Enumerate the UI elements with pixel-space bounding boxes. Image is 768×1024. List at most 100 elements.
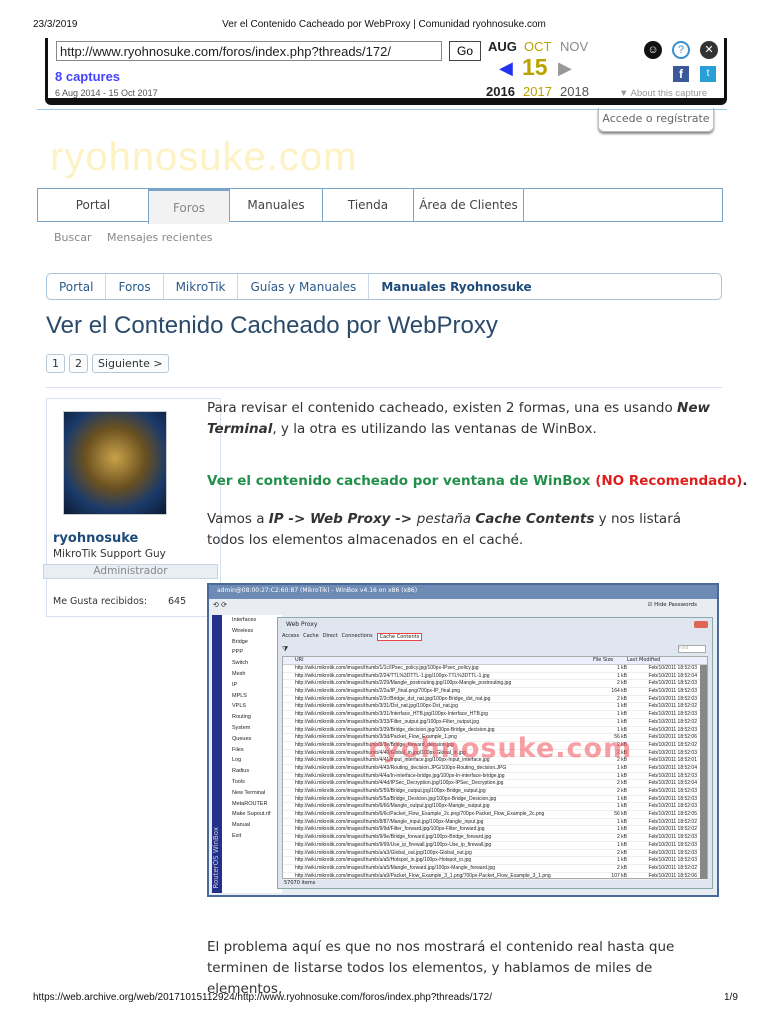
year-next[interactable]: 2018	[560, 84, 589, 99]
dialog-tab[interactable]: Direct	[323, 633, 338, 641]
help-icon[interactable]: ?	[672, 41, 690, 59]
next-page[interactable]: Siguiente >	[92, 354, 169, 373]
winbox-menu-item[interactable]: Files	[222, 745, 282, 756]
winbox-menu-item[interactable]: Queues	[222, 734, 282, 745]
table-row[interactable]: http://wiki.mikrotik.com/images/thumb/a/…	[283, 873, 707, 881]
tab-manuales[interactable]: Manuales	[229, 189, 322, 221]
table-row[interactable]: http://wiki.mikrotik.com/images/thumb/4/…	[283, 765, 707, 773]
winbox-menu-item[interactable]: Wireless	[222, 626, 282, 637]
prev-arrow-icon[interactable]: ◀	[499, 58, 513, 79]
tab-tienda[interactable]: Tienda	[322, 189, 413, 221]
breadcrumb-mikrotik[interactable]: MikroTik	[164, 274, 239, 299]
winbox-menu-item[interactable]: Manual	[222, 820, 282, 831]
table-row[interactable]: http://wiki.mikrotik.com/images/thumb/1/…	[283, 665, 707, 673]
user-role-badge: Administrador	[43, 564, 218, 579]
winbox-menu-item[interactable]: New Terminal	[222, 788, 282, 799]
winbox-menu-item[interactable]: IP	[222, 680, 282, 691]
table-row[interactable]: http://wiki.mikrotik.com/images/thumb/3/…	[283, 703, 707, 712]
table-row[interactable]: http://wiki.mikrotik.com/images/thumb/4/…	[283, 773, 707, 781]
winbox-menu-item[interactable]: Make Supout.rif	[222, 809, 282, 820]
winbox-menu-item[interactable]: MetaROUTER	[222, 799, 282, 810]
cell-modified: Feb/10/2011 18:52:03	[648, 772, 697, 779]
table-row[interactable]: http://wiki.mikrotik.com/images/thumb/9/…	[283, 842, 707, 850]
winbox-menu-item[interactable]: Log	[222, 755, 282, 766]
url-input[interactable]: http://www.ryohnosuke.com/foros/index.ph…	[56, 41, 442, 61]
col-uri[interactable]: URI	[283, 657, 593, 664]
likes-label: Me Gusta recibidos:	[53, 596, 148, 607]
go-button[interactable]: Go	[449, 41, 481, 61]
cell-size: 1 kB	[616, 764, 627, 771]
close-icon[interactable]: ✕	[700, 41, 718, 59]
breadcrumb-guias[interactable]: Guías y Manuales	[238, 274, 370, 299]
winbox-menu-item[interactable]: Mesh	[222, 669, 282, 680]
month-next[interactable]: NOV	[560, 39, 588, 54]
table-row[interactable]: http://wiki.mikrotik.com/images/thumb/6/…	[283, 811, 707, 819]
page-1[interactable]: 1	[46, 354, 65, 373]
find-input[interactable]: Find	[678, 645, 706, 653]
breadcrumb-manuales[interactable]: Manuales Ryohnosuke	[369, 274, 543, 299]
facebook-icon[interactable]: f	[673, 66, 689, 82]
twitter-icon[interactable]: t	[700, 66, 716, 82]
tab-foros[interactable]: Foros	[148, 188, 229, 224]
login-button[interactable]: Accede o regístrate	[598, 108, 714, 132]
winbox-menu-item[interactable]: VPLS	[222, 701, 282, 712]
table-row[interactable]: http://wiki.mikrotik.com/images/thumb/9/…	[283, 834, 707, 842]
table-row[interactable]: http://wiki.mikrotik.com/images/thumb/4/…	[283, 780, 707, 788]
col-modified[interactable]: Last Modified	[627, 657, 697, 664]
tab-portal[interactable]: Portal	[37, 189, 148, 221]
winbox-menu-item[interactable]: Tools	[222, 777, 282, 788]
hide-passwords-checkbox[interactable]: ☑ Hide Passwords	[647, 602, 697, 608]
table-scrollbar[interactable]	[700, 665, 707, 879]
table-row[interactable]: http://wiki.mikrotik.com/images/thumb/2/…	[283, 696, 707, 704]
winbox-menu-item[interactable]: Routing	[222, 712, 282, 723]
winbox-menu-item[interactable]: MPLS	[222, 691, 282, 702]
month-prev[interactable]: AUG	[488, 39, 517, 54]
dialog-close-icon[interactable]	[694, 621, 708, 628]
user-icon[interactable]: ☺	[644, 41, 662, 59]
tab-area-clientes[interactable]: Área de Clientes	[413, 189, 524, 221]
table-row[interactable]: http://wiki.mikrotik.com/images/thumb/a/…	[283, 857, 707, 865]
cell-size: 56 kB	[614, 811, 627, 818]
table-row[interactable]: http://wiki.mikrotik.com/images/thumb/a/…	[283, 850, 707, 858]
filter-icon[interactable]: ⧩	[282, 645, 288, 654]
link-buscar[interactable]: Buscar	[54, 231, 92, 244]
link-mensajes-recientes[interactable]: Mensajes recientes	[107, 231, 212, 244]
col-size[interactable]: File Size	[593, 657, 627, 664]
breadcrumb-portal[interactable]: Portal	[47, 274, 107, 299]
page-2[interactable]: 2	[69, 354, 88, 373]
about-capture-link[interactable]: ▼ About this capture	[619, 88, 707, 99]
breadcrumb-foros[interactable]: Foros	[106, 274, 164, 299]
table-row[interactable]: http://wiki.mikrotik.com/images/thumb/2/…	[283, 680, 707, 689]
table-row[interactable]: http://wiki.mikrotik.com/images/thumb/5/…	[283, 796, 707, 804]
table-row[interactable]: http://wiki.mikrotik.com/images/thumb/9/…	[283, 826, 707, 835]
winbox-menu-item[interactable]: Radius	[222, 766, 282, 777]
year-prev[interactable]: 2016	[486, 84, 515, 99]
cell-size: 2 kB	[616, 695, 627, 702]
dialog-tab[interactable]: Access	[282, 633, 299, 641]
winbox-menu-item[interactable]: PPP	[222, 647, 282, 658]
avatar[interactable]	[63, 411, 167, 515]
winbox-menu-item[interactable]: Bridge	[222, 637, 282, 648]
table-row[interactable]: http://wiki.mikrotik.com/images/thumb/a/…	[283, 865, 707, 873]
cell-size: 1 kB	[616, 795, 627, 802]
table-row[interactable]: http://wiki.mikrotik.com/images/thumb/8/…	[283, 819, 707, 827]
username[interactable]: ryohnosuke	[53, 531, 138, 546]
table-row[interactable]: http://wiki.mikrotik.com/images/thumb/2/…	[283, 688, 707, 696]
table-row[interactable]: http://wiki.mikrotik.com/images/thumb/3/…	[283, 719, 707, 727]
winbox-menu-item[interactable]: Interfaces	[222, 615, 282, 626]
captures-link[interactable]: 8 captures	[55, 69, 120, 84]
table-row[interactable]: http://wiki.mikrotik.com/images/thumb/2/…	[283, 673, 707, 681]
table-row[interactable]: http://wiki.mikrotik.com/images/thumb/5/…	[283, 788, 707, 796]
winbox-menu-item[interactable]: System	[222, 723, 282, 734]
site-logo[interactable]: ryohnosuke.com	[50, 135, 357, 180]
winbox-menu-item[interactable]: Switch	[222, 658, 282, 669]
cell-modified: Feb/10/2011 18:52:03	[648, 711, 697, 718]
table-row[interactable]: http://wiki.mikrotik.com/images/thumb/3/…	[283, 711, 707, 719]
winbox-menu-item[interactable]: Exit	[222, 831, 282, 842]
dialog-tab[interactable]: Connections	[342, 633, 373, 641]
next-arrow-icon[interactable]: ▶	[558, 58, 572, 79]
undo-redo-icons[interactable]: ⟲ ⟳	[213, 601, 227, 609]
dialog-tab[interactable]: Cache	[303, 633, 319, 641]
dialog-tab[interactable]: Cache Contents	[376, 633, 423, 641]
table-row[interactable]: http://wiki.mikrotik.com/images/thumb/6/…	[283, 803, 707, 812]
